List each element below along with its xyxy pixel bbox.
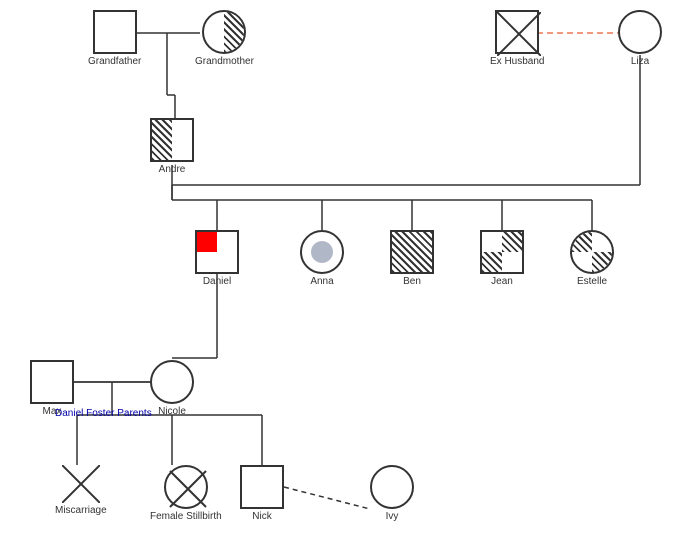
grandfather-label: Grandfather (88, 56, 141, 67)
jean-symbol (480, 230, 524, 274)
nick-node: Nick (240, 465, 284, 522)
foster-parents-label: Daniel Foster Parents (55, 408, 152, 419)
grandmother-symbol (202, 10, 246, 54)
daniel-node: Daniel (195, 230, 239, 287)
ivy-node: Ivy (370, 465, 414, 522)
estelle-node: Estelle (570, 230, 614, 287)
anna-label: Anna (310, 276, 333, 287)
ben-label: Ben (403, 276, 421, 287)
ex-husband-node: Ex Husband (490, 10, 544, 67)
grandfather-symbol (93, 10, 137, 54)
nicole-label: Nicole (158, 406, 186, 417)
jean-label: Jean (491, 276, 513, 287)
ben-node: Ben (390, 230, 434, 287)
grandmother-node: Grandmother (195, 10, 254, 67)
estelle-symbol (570, 230, 614, 274)
female-stillbirth-node: Female Stillbirth (150, 465, 222, 522)
liza-symbol (618, 10, 662, 54)
nicole-node: Nicole (150, 360, 194, 417)
liza-node: Liza (618, 10, 662, 67)
max-symbol (30, 360, 74, 404)
female-stillbirth-label: Female Stillbirth (150, 511, 222, 522)
miscarriage-label: Miscarriage (55, 505, 107, 516)
jean-node: Jean (480, 230, 524, 287)
ex-husband-symbol (495, 10, 539, 54)
miscarriage-symbol (62, 465, 100, 503)
anna-symbol (300, 230, 344, 274)
daniel-symbol (195, 230, 239, 274)
grandmother-label: Grandmother (195, 56, 254, 67)
nick-label: Nick (252, 511, 271, 522)
nicole-symbol (150, 360, 194, 404)
grandfather-node: Grandfather (88, 10, 141, 67)
nick-symbol (240, 465, 284, 509)
ben-symbol (390, 230, 434, 274)
ivy-symbol (370, 465, 414, 509)
andre-symbol (150, 118, 194, 162)
daniel-label: Daniel (203, 276, 231, 287)
miscarriage-node: Miscarriage (55, 465, 107, 516)
female-stillbirth-symbol (164, 465, 208, 509)
liza-label: Liza (631, 56, 649, 67)
genogram-canvas: Grandfather Grandmother Ex Husband Liza … (0, 0, 694, 557)
ex-husband-label: Ex Husband (490, 56, 544, 67)
andre-label: Andre (159, 164, 186, 175)
ivy-label: Ivy (386, 511, 399, 522)
estelle-label: Estelle (577, 276, 607, 287)
andre-node: Andre (150, 118, 194, 175)
anna-node: Anna (300, 230, 344, 287)
